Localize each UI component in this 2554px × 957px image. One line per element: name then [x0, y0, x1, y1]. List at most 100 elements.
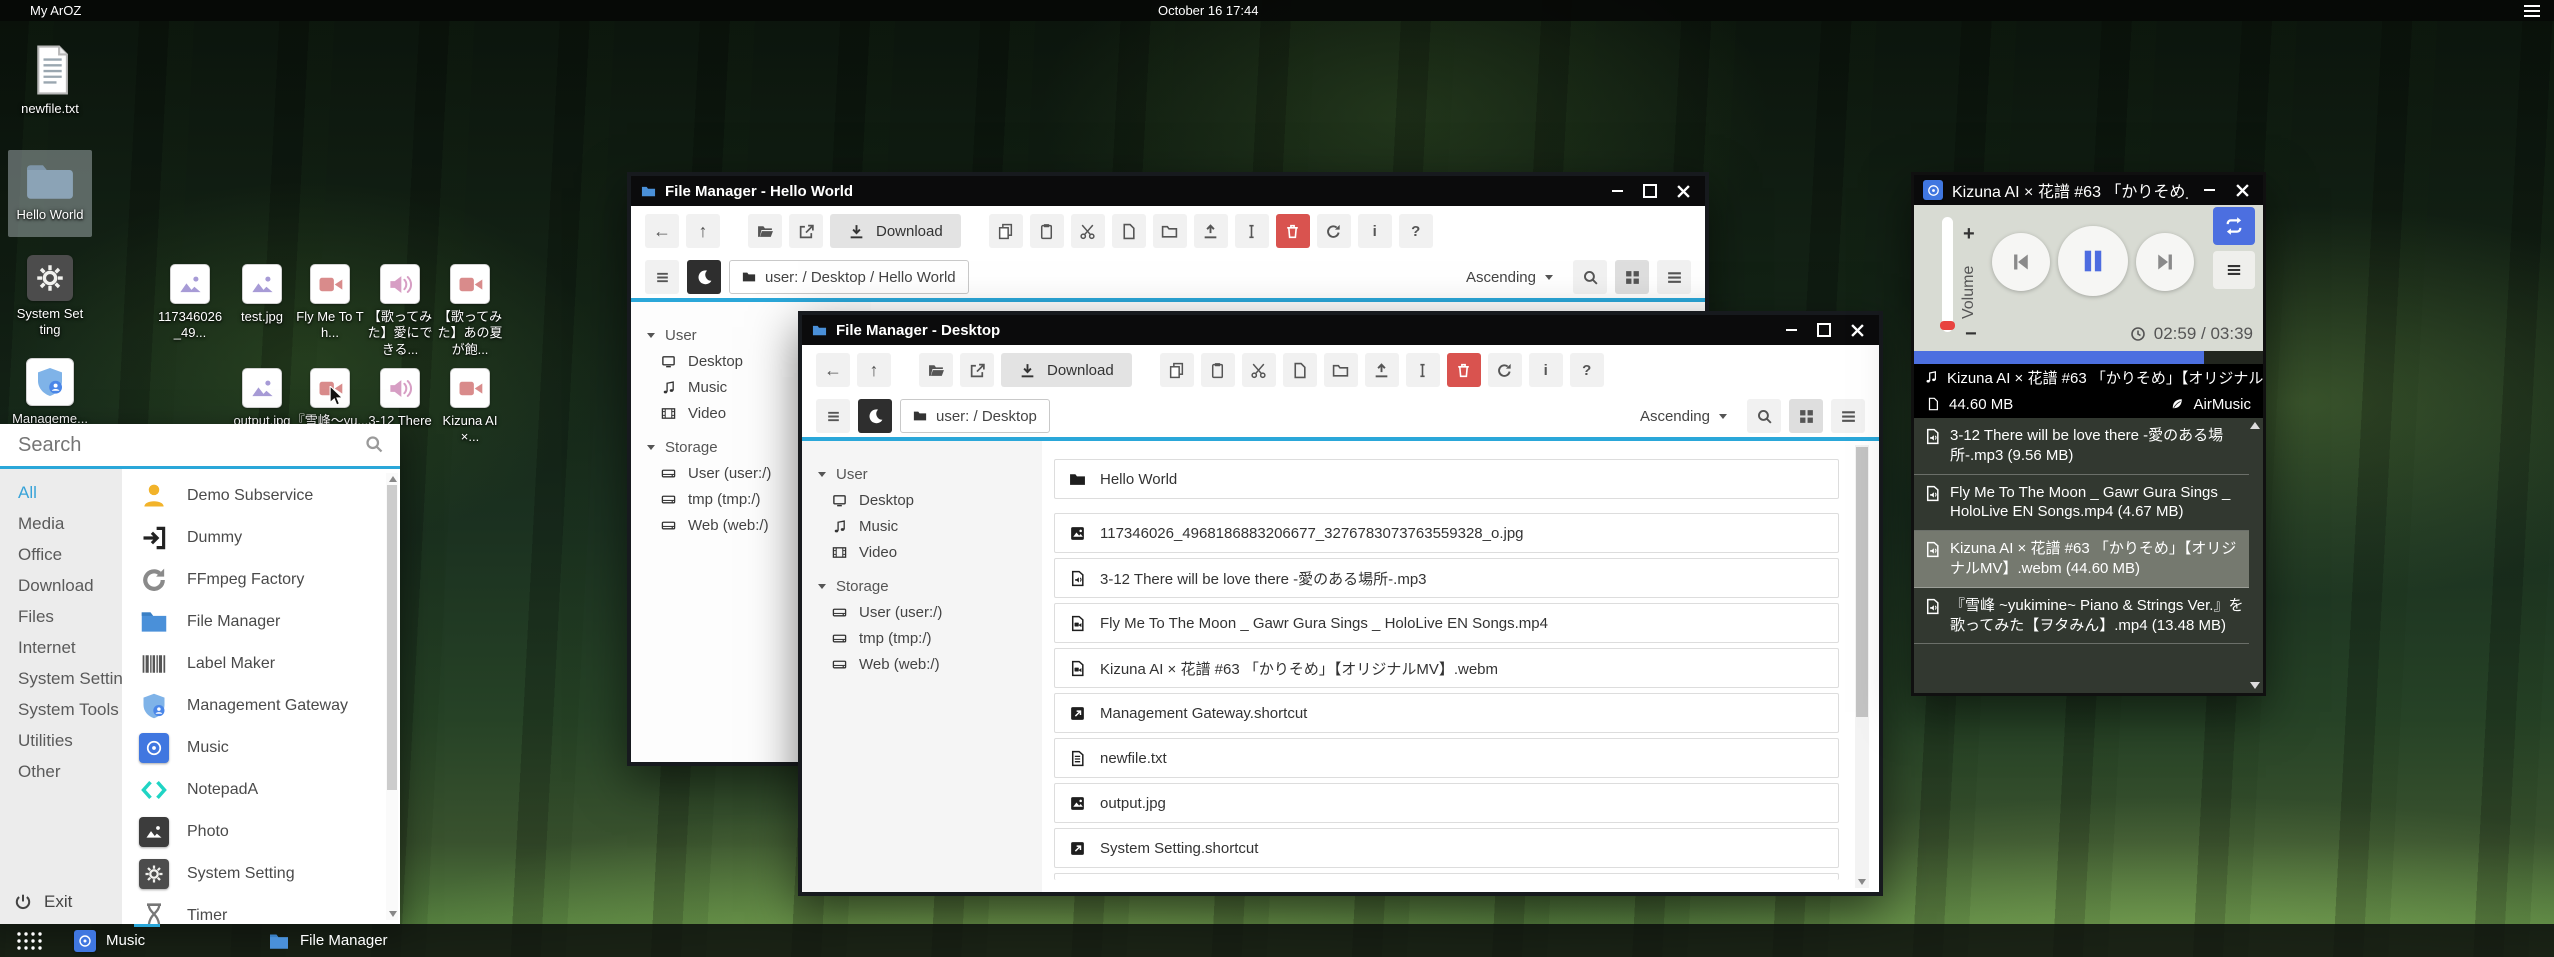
paste-button[interactable] — [1201, 353, 1235, 387]
topbar-menu-icon[interactable] — [2524, 5, 2540, 17]
new-folder-button[interactable] — [1324, 353, 1358, 387]
rename-button[interactable] — [1235, 214, 1269, 248]
desktop-icon-text[interactable]: newfile.txt — [8, 44, 92, 117]
back-button[interactable]: ← — [816, 353, 850, 387]
new-file-button[interactable] — [1283, 353, 1317, 387]
app-item-music[interactable]: Music — [122, 727, 400, 769]
refresh-button[interactable] — [1488, 353, 1522, 387]
scrollbar[interactable] — [386, 473, 398, 920]
new-file-button[interactable] — [1112, 214, 1146, 248]
app-item-file-manager[interactable]: File Manager — [122, 601, 400, 643]
exit-button[interactable]: Exit — [14, 892, 72, 912]
close-icon[interactable] — [1671, 182, 1695, 200]
app-item-notepada[interactable]: NotepadA — [122, 769, 400, 811]
help-button[interactable]: ? — [1399, 214, 1433, 248]
scroll-up-icon[interactable] — [2250, 422, 2260, 429]
info-button[interactable]: i — [1529, 353, 1563, 387]
open-button[interactable] — [919, 353, 953, 387]
category-download[interactable]: Download — [0, 570, 122, 601]
up-button[interactable]: ↑ — [686, 214, 720, 248]
maximize-icon[interactable] — [1812, 321, 1836, 339]
window-titlebar[interactable]: File Manager - Desktop — [802, 315, 1879, 345]
grid-view-button[interactable] — [1789, 399, 1823, 433]
menu-button[interactable] — [645, 260, 679, 294]
playlist-menu-button[interactable] — [2213, 251, 2255, 289]
playlist-item[interactable]: 3-12 There will be love there -愛のある場所-.m… — [1914, 418, 2249, 475]
trash-button[interactable] — [1276, 214, 1310, 248]
open-button[interactable] — [748, 214, 782, 248]
minimize-icon[interactable] — [1779, 321, 1803, 339]
category-all[interactable]: All — [0, 477, 122, 508]
sidebar-group-storage[interactable]: Storage — [802, 573, 1042, 599]
minimize-icon[interactable] — [2197, 181, 2221, 199]
file-row[interactable]: Management Gateway.shortcut — [1054, 693, 1839, 733]
file-row[interactable]: 117346026_4968186883206677_3276783073763… — [1054, 513, 1839, 553]
search-button[interactable] — [1573, 260, 1607, 294]
category-office[interactable]: Office — [0, 539, 122, 570]
breadcrumb[interactable]: user: / Desktop — [900, 399, 1050, 433]
back-button[interactable]: ← — [645, 214, 679, 248]
playlist-item[interactable]: 『雪峰 ~yukimine~ Piano & Strings Ver.』を歌って… — [1914, 588, 2249, 645]
copy-button[interactable] — [989, 214, 1023, 248]
scrollbar[interactable] — [1855, 445, 1869, 888]
category-internet[interactable]: Internet — [0, 632, 122, 663]
app-item-management-gateway[interactable]: Management Gateway — [122, 685, 400, 727]
close-icon[interactable] — [2230, 181, 2254, 199]
file-row[interactable]: Fly Me To The Moon _ Gawr Gura Sings _ H… — [1054, 603, 1839, 643]
download-button[interactable]: Download — [830, 214, 961, 248]
help-button[interactable]: ? — [1570, 353, 1604, 387]
paste-button[interactable] — [1030, 214, 1064, 248]
file-row[interactable]: Hello World — [1054, 459, 1839, 499]
copy-button[interactable] — [1160, 353, 1194, 387]
menu-button[interactable] — [816, 399, 850, 433]
playlist-item[interactable]: Kizuna AI × 花譜 #63 「かりそめ」【オリジナルMV】.webm … — [1914, 531, 2249, 588]
open-in-new-button[interactable] — [960, 353, 994, 387]
new-folder-button[interactable] — [1153, 214, 1187, 248]
file-row[interactable]: 3-12 There will be love there -愛のある場所-.m… — [1054, 558, 1839, 598]
file-row[interactable]: newfile.txt — [1054, 738, 1839, 778]
list-view-button[interactable] — [1657, 260, 1691, 294]
sidebar-item-video[interactable]: Video — [802, 539, 1042, 565]
theme-toggle-button[interactable] — [687, 260, 721, 294]
app-item-timer[interactable]: Timer — [122, 895, 400, 924]
app-item-system-setting[interactable]: System Setting — [122, 853, 400, 895]
sidebar-group-user[interactable]: User — [802, 461, 1042, 487]
trash-button[interactable] — [1447, 353, 1481, 387]
cut-button[interactable] — [1242, 353, 1276, 387]
desktop-icon-gateway[interactable]: Manageme... — [8, 358, 92, 427]
app-item-dummy[interactable]: Dummy — [122, 517, 400, 559]
app-item-ffmpeg-factory[interactable]: FFmpeg Factory — [122, 559, 400, 601]
sidebar-item-user[interactable]: User (user:/) — [802, 599, 1042, 625]
scroll-down-icon[interactable] — [2250, 682, 2260, 689]
repeat-button[interactable] — [2213, 207, 2255, 245]
breadcrumb[interactable]: user: / Desktop / Hello World — [729, 260, 969, 294]
scrollbar-thumb[interactable] — [1856, 447, 1868, 717]
volume-slider[interactable] — [1942, 217, 1953, 332]
grid-view-button[interactable] — [1615, 260, 1649, 294]
sidebar-item-desktop[interactable]: Desktop — [802, 487, 1042, 513]
sidebar-item-tmp[interactable]: tmp (tmp:/) — [802, 625, 1042, 651]
sort-dropdown[interactable]: Ascending — [1466, 269, 1553, 286]
file-row[interactable]: output.jpg — [1054, 783, 1839, 823]
desktop-icon-folder[interactable]: Hello World — [8, 150, 92, 237]
theme-toggle-button[interactable] — [858, 399, 892, 433]
skip-prev-button[interactable] — [1992, 233, 2050, 291]
scroll-down-icon[interactable] — [1858, 879, 1866, 885]
volume-handle[interactable] — [1940, 321, 1955, 330]
pause-button[interactable] — [2058, 226, 2128, 296]
progress-bar[interactable] — [1914, 351, 2263, 364]
cut-button[interactable] — [1071, 214, 1105, 248]
info-button[interactable]: i — [1358, 214, 1392, 248]
app-item-photo[interactable]: Photo — [122, 811, 400, 853]
file-row[interactable]: System Setting.shortcut — [1054, 828, 1839, 868]
window-titlebar[interactable]: File Manager - Hello World — [631, 176, 1705, 206]
player-titlebar[interactable]: Kizuna AI × 花譜 #63 「かりそめ」【... — [1914, 175, 2263, 205]
sidebar-item-web[interactable]: Web (web:/) — [802, 651, 1042, 677]
playlist-item[interactable]: Fly Me To The Moon _ Gawr Gura Sings _ H… — [1914, 475, 2249, 532]
minimize-icon[interactable] — [1605, 182, 1629, 200]
download-button[interactable]: Download — [1001, 353, 1132, 387]
taskbar-item-music[interactable]: Music — [74, 924, 145, 957]
scroll-up-icon[interactable] — [389, 476, 397, 482]
upload-button[interactable] — [1194, 214, 1228, 248]
close-icon[interactable] — [1845, 321, 1869, 339]
